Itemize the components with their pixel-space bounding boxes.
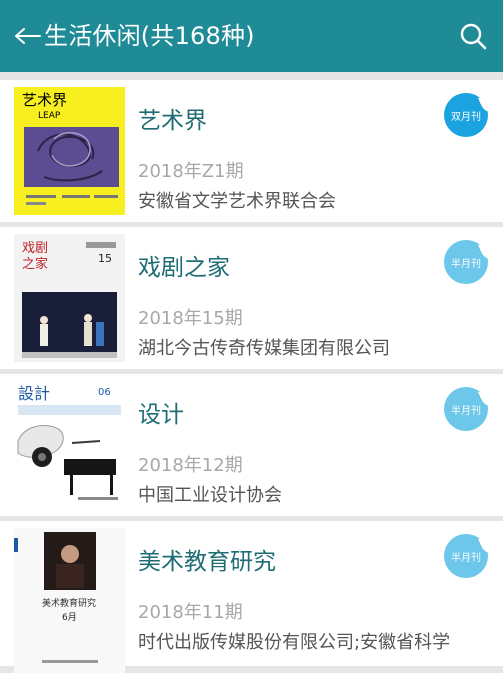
magazine-issue: 2018年Z1期 [138, 161, 244, 182]
magazine-title: 艺术界 [138, 108, 207, 134]
svg-text:之家: 之家 [22, 256, 48, 272]
badge-text: 半月刊 [451, 404, 481, 417]
svg-text:15: 15 [98, 252, 112, 265]
magazine-card[interactable]: 美术教育研究 6月 美术教育研究 2018年11期 时代出版传媒股份有限公司;安… [0, 521, 503, 673]
magazine-publisher: 安徽省文学艺术界联合会 [138, 191, 336, 212]
magazine-issue: 2018年15期 [138, 308, 243, 329]
badge-text: 半月刊 [451, 551, 481, 564]
magazine-cover: 戏剧 之家 15 [14, 234, 125, 362]
magazine-cover: 美术教育研究 6月 [14, 528, 125, 673]
magazine-cover: 設計 06 [14, 381, 125, 509]
page-title: 生活休闲(共168种) [44, 22, 255, 50]
magazine-cover: 艺术界 LEAP [14, 87, 125, 215]
search-button[interactable] [457, 20, 489, 52]
magazine-card[interactable]: 戏剧 之家 15 戏剧之家 2018年15期 湖北今古传奇传媒集团有限公司 半月… [0, 227, 503, 369]
magazine-issue: 2018年11期 [138, 602, 243, 623]
magazine-publisher: 中国工业设计协会 [138, 485, 282, 506]
search-icon [460, 23, 487, 50]
svg-text:LEAP: LEAP [38, 111, 61, 121]
magazine-issue: 2018年12期 [138, 455, 243, 476]
svg-text:戏剧: 戏剧 [22, 241, 48, 256]
magazine-publisher: 湖北今古传奇传媒集团有限公司 [138, 338, 390, 359]
frequency-badge-icon: 半月刊 [443, 386, 489, 432]
magazine-card[interactable]: 艺术界 LEAP 艺术界 2018年Z1期 安徽省文学艺术界联合会 双月刊 [0, 80, 503, 222]
badge-text: 双月刊 [451, 111, 481, 123]
svg-text:美术教育研究: 美术教育研究 [42, 597, 96, 609]
magazine-title: 戏剧之家 [138, 255, 230, 281]
frequency-badge-icon: 半月刊 [443, 533, 489, 579]
magazine-publisher: 时代出版传媒股份有限公司;安徽省科学 [138, 632, 451, 653]
magazine-title: 设计 [138, 402, 184, 428]
magazine-title: 美术教育研究 [138, 549, 276, 575]
svg-text:設計: 設計 [18, 384, 50, 403]
svg-text:艺术界: 艺术界 [22, 91, 67, 109]
badge-text: 半月刊 [451, 257, 481, 270]
back-arrow-icon [15, 28, 41, 44]
magazine-card[interactable]: 設計 06 设计 2018年12期 中国工业设计协会 半月刊 [0, 374, 503, 516]
app-header: 生活休闲(共168种) [0, 0, 503, 72]
svg-text:6月: 6月 [62, 612, 77, 623]
frequency-badge-icon: 双月刊 [443, 92, 489, 138]
svg-text:06: 06 [98, 387, 111, 398]
back-button[interactable] [12, 20, 44, 52]
frequency-badge-icon: 半月刊 [443, 239, 489, 285]
